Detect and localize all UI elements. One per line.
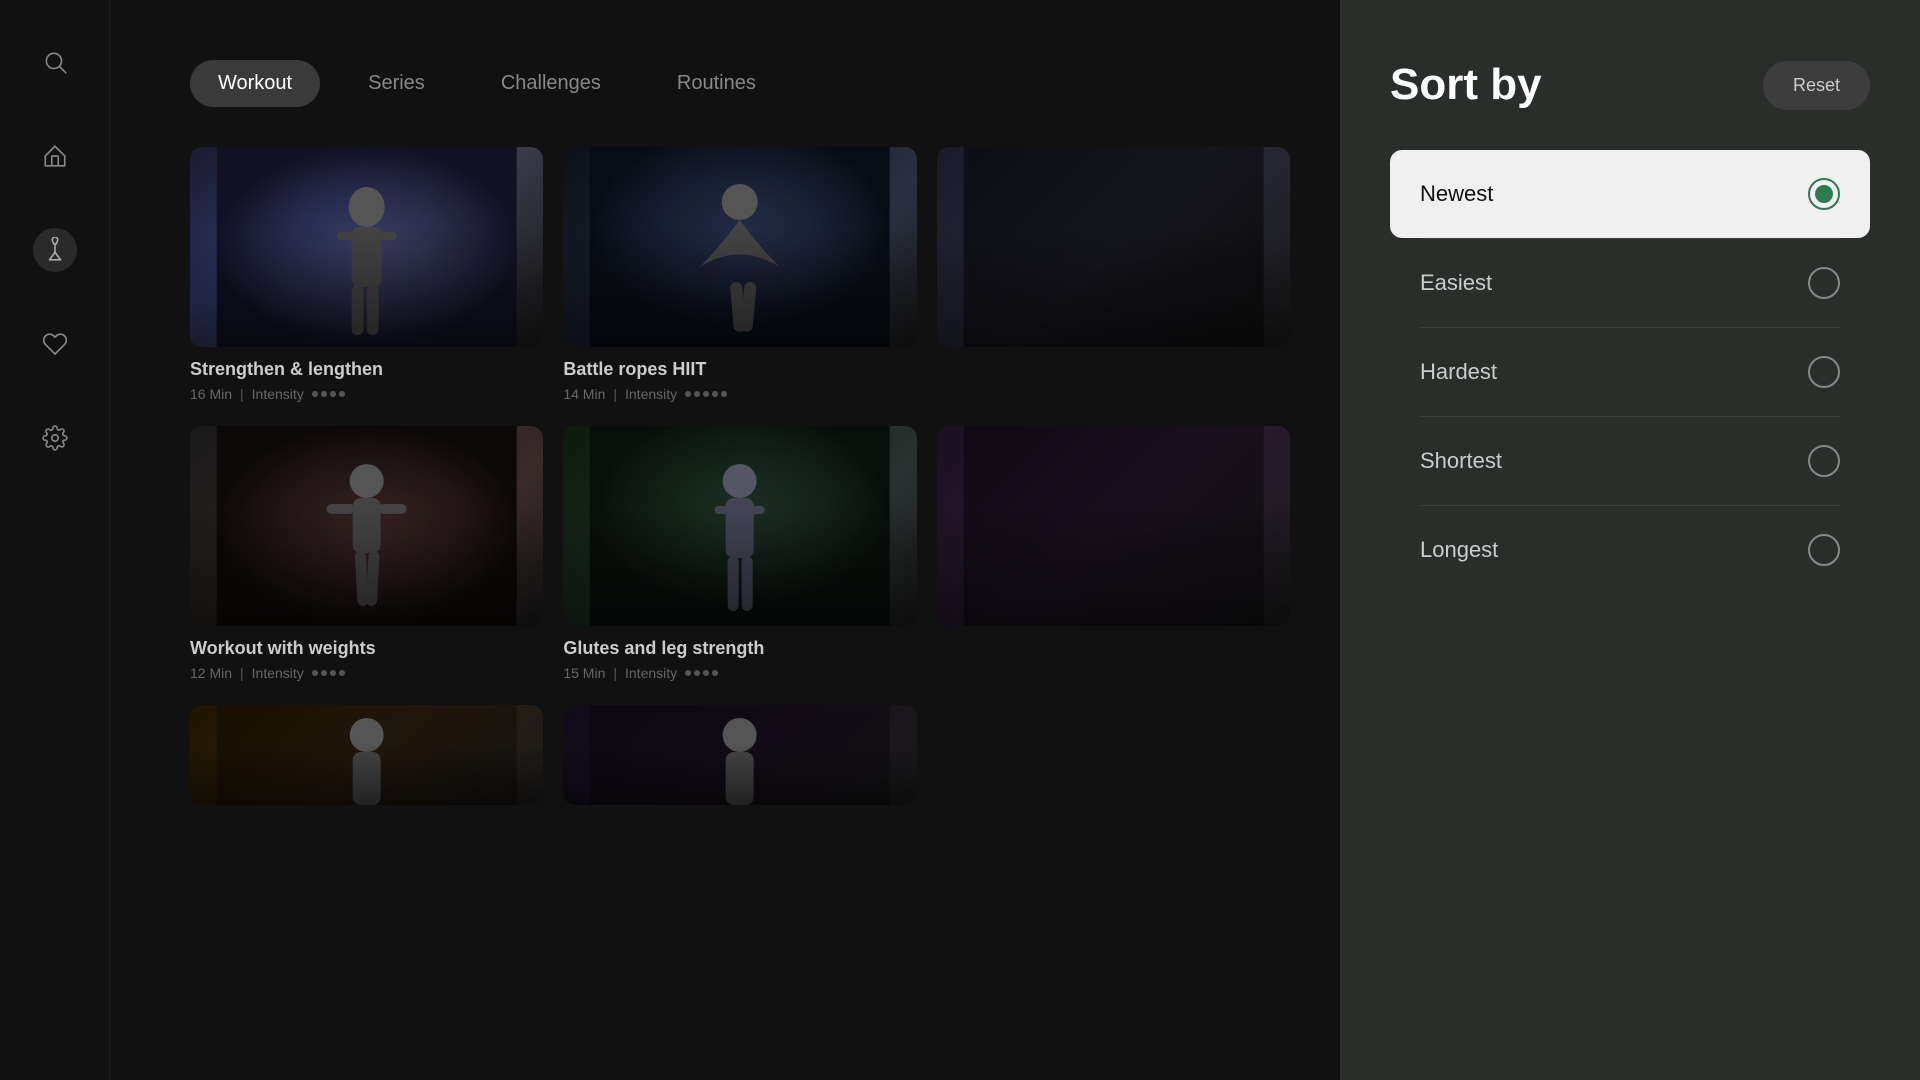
sort-option-shortest[interactable]: Shortest — [1390, 417, 1870, 505]
workout-thumbnail — [937, 147, 1290, 347]
separator: | — [613, 665, 617, 681]
workout-grid: Strengthen & lengthen 16 Min | Intensity — [190, 147, 1290, 805]
workout-thumbnail — [937, 426, 1290, 626]
workout-card-partial[interactable] — [937, 426, 1290, 685]
workout-thumbnail — [190, 147, 543, 347]
intensity-label: Intensity — [252, 665, 304, 681]
workout-card[interactable]: Workout with weights 12 Min | Intensity — [190, 426, 543, 685]
workout-card-bottom[interactable] — [563, 705, 916, 805]
sort-title: Sort by — [1390, 60, 1542, 110]
workout-info: Workout with weights 12 Min | Intensity — [190, 626, 543, 685]
workout-title: Strengthen & lengthen — [190, 359, 543, 380]
workout-meta: 14 Min | Intensity — [563, 386, 916, 402]
workout-info — [937, 626, 1290, 648]
sort-option-hardest[interactable]: Hardest — [1390, 328, 1870, 416]
separator: | — [240, 386, 244, 402]
main-content: Workout Series Challenges Routines — [110, 0, 1340, 1080]
workout-thumbnail — [563, 705, 916, 805]
intensity-label: Intensity — [625, 386, 677, 402]
workout-title: Battle ropes HIIT — [563, 359, 916, 380]
tab-workout[interactable]: Workout — [190, 60, 320, 107]
workout-title: Workout with weights — [190, 638, 543, 659]
intensity-dots — [685, 670, 718, 676]
favorites-icon[interactable] — [33, 322, 77, 366]
radio-newest — [1808, 178, 1840, 210]
intensity-label: Intensity — [252, 386, 304, 402]
intensity-label: Intensity — [625, 665, 677, 681]
workout-card[interactable]: Strengthen & lengthen 16 Min | Intensity — [190, 147, 543, 406]
workout-card-partial[interactable] — [937, 147, 1290, 406]
workout-title: Glutes and leg strength — [563, 638, 916, 659]
workout-meta: 12 Min | Intensity — [190, 665, 543, 681]
sort-header: Sort by Reset — [1390, 60, 1870, 110]
workout-thumbnail — [563, 147, 916, 347]
tab-series[interactable]: Series — [340, 60, 453, 107]
settings-icon[interactable] — [33, 416, 77, 460]
sort-options: Newest Easiest Hardest Shortest Longest — [1390, 150, 1870, 594]
tab-challenges[interactable]: Challenges — [473, 60, 629, 107]
workout-icon[interactable] — [33, 228, 77, 272]
sort-option-easiest[interactable]: Easiest — [1390, 239, 1870, 327]
tabs: Workout Series Challenges Routines — [190, 60, 1290, 107]
search-icon[interactable] — [33, 40, 77, 84]
workout-thumbnail — [563, 426, 916, 626]
workout-meta: 16 Min | Intensity — [190, 386, 543, 402]
sort-option-label-newest: Newest — [1420, 181, 1493, 207]
radio-longest — [1808, 534, 1840, 566]
sort-option-label-longest: Longest — [1420, 537, 1498, 563]
sort-option-newest[interactable]: Newest — [1390, 150, 1870, 238]
radio-easiest — [1808, 267, 1840, 299]
sort-option-longest[interactable]: Longest — [1390, 506, 1870, 594]
workout-duration: 15 Min — [563, 665, 605, 681]
intensity-dots — [685, 391, 727, 397]
workout-thumbnail — [190, 705, 543, 805]
workout-info — [937, 347, 1290, 369]
workout-info: Strengthen & lengthen 16 Min | Intensity — [190, 347, 543, 406]
sort-option-label-hardest: Hardest — [1420, 359, 1497, 385]
workout-thumbnail — [190, 426, 543, 626]
radio-hardest — [1808, 356, 1840, 388]
sort-option-label-easiest: Easiest — [1420, 270, 1492, 296]
separator: | — [240, 665, 244, 681]
sort-panel: Sort by Reset Newest Easiest Hardest Sho… — [1340, 0, 1920, 1080]
workout-duration: 14 Min — [563, 386, 605, 402]
workout-duration: 16 Min — [190, 386, 232, 402]
workout-info: Glutes and leg strength 15 Min | Intensi… — [563, 626, 916, 685]
intensity-dots — [312, 670, 345, 676]
workout-info: Battle ropes HIIT 14 Min | Intensity — [563, 347, 916, 406]
radio-shortest — [1808, 445, 1840, 477]
sort-option-label-shortest: Shortest — [1420, 448, 1502, 474]
radio-selected-indicator — [1815, 185, 1833, 203]
workout-meta: 15 Min | Intensity — [563, 665, 916, 681]
workout-card-bottom[interactable] — [190, 705, 543, 805]
tab-routines[interactable]: Routines — [649, 60, 784, 107]
intensity-dots — [312, 391, 345, 397]
separator: | — [613, 386, 617, 402]
reset-button[interactable]: Reset — [1763, 61, 1870, 110]
workout-duration: 12 Min — [190, 665, 232, 681]
sidebar — [0, 0, 110, 1080]
home-icon[interactable] — [33, 134, 77, 178]
workout-card[interactable]: Glutes and leg strength 15 Min | Intensi… — [563, 426, 916, 685]
workout-card[interactable]: Battle ropes HIIT 14 Min | Intensity — [563, 147, 916, 406]
